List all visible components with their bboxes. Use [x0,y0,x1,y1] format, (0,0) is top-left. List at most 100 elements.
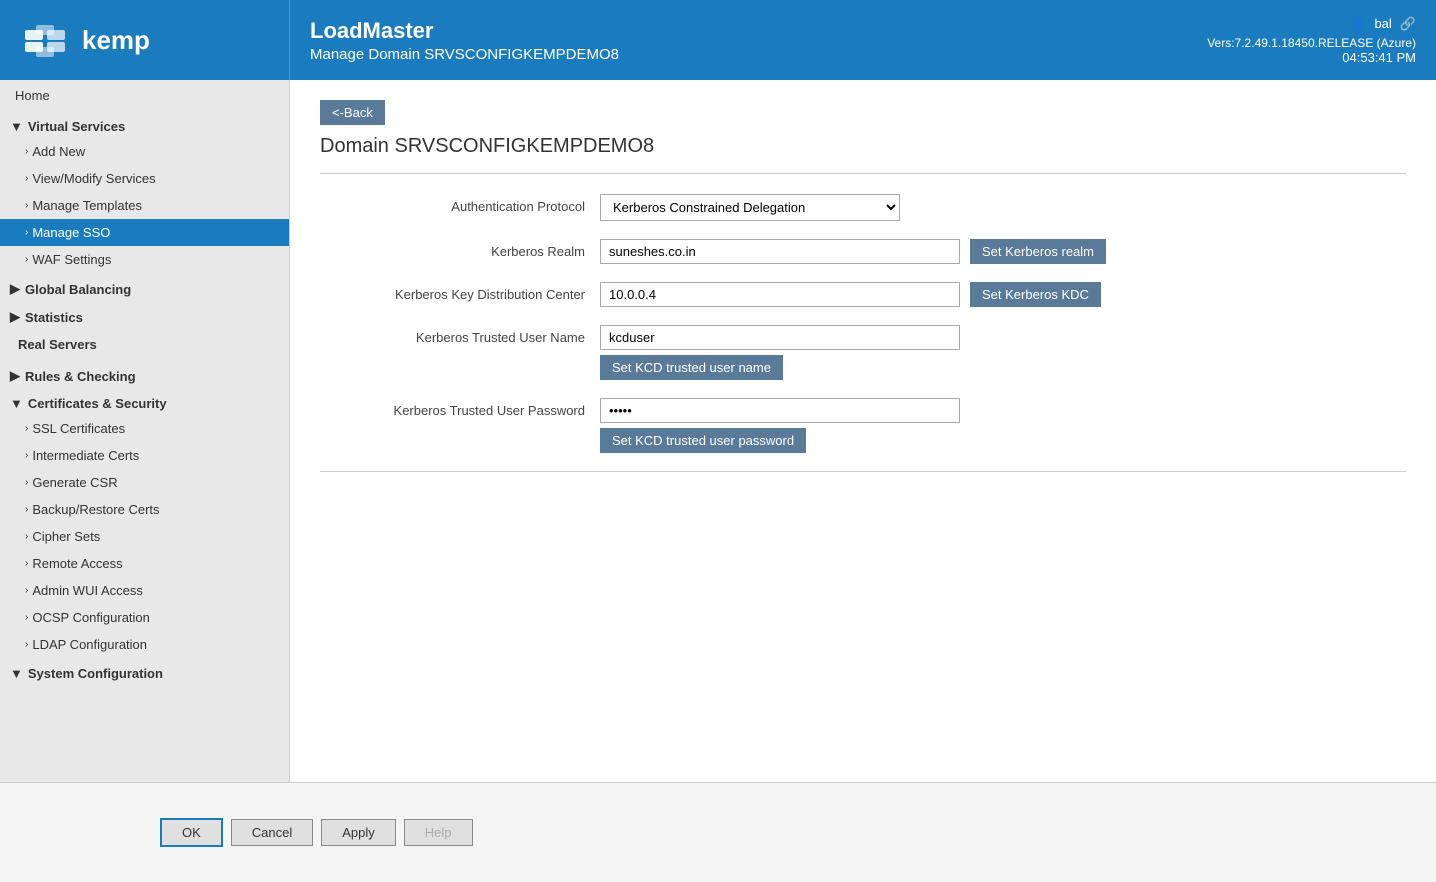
rules-label: Rules & Checking [25,369,136,384]
sidebar-section-global-balancing[interactable]: ▶ Global Balancing [0,273,289,301]
arrow-icon: › [25,227,28,238]
sysconfig-label: System Configuration [28,666,163,681]
ldap-config-label: LDAP Configuration [32,637,147,652]
kerberos-realm-label: Kerberos Realm [320,239,600,259]
arrow-icon: › [25,200,28,211]
header-main: LoadMaster Manage Domain SRVSCONFIGKEMPD… [290,0,1187,80]
kerberos-pass-control: Set KCD trusted user password [600,398,960,453]
kerberos-realm-control: Set Kerberos realm [600,239,1106,264]
sidebar-child-remote-access[interactable]: › Remote Access [0,550,289,577]
header-version: Vers:7.2.49.1.18450.RELEASE (Azure) [1207,36,1416,50]
generate-csr-label: Generate CSR [32,475,117,490]
sidebar-child-ssl-certs[interactable]: › SSL Certificates [0,415,289,442]
rules-arrow: ▶ [10,368,20,384]
arrow-icon: › [25,173,28,184]
ok-button[interactable]: OK [160,818,223,847]
username: bal [1374,16,1391,31]
sidebar-child-ldap-config[interactable]: › LDAP Configuration [0,631,289,658]
backup-restore-label: Backup/Restore Certs [32,502,159,517]
cancel-button[interactable]: Cancel [231,819,313,846]
sidebar-child-ocsp-config[interactable]: › OCSP Configuration [0,604,289,631]
remote-access-label: Remote Access [32,556,122,571]
arrow-icon: › [25,423,28,434]
kerberos-kdc-inline: Set Kerberos KDC [600,282,1101,307]
view-modify-label: View/Modify Services [32,171,155,186]
header-user: 👤 bal 🔗 [1350,16,1416,32]
sidebar-item-real-servers[interactable]: Real Servers [0,329,289,360]
arrow-icon: › [25,612,28,623]
kerberos-user-input[interactable] [600,325,960,350]
auth-protocol-select[interactable]: Kerberos Constrained Delegation NTLM Bas… [600,194,900,221]
set-kcd-pass-button[interactable]: Set KCD trusted user password [600,428,806,453]
vs-label: Virtual Services [28,119,125,134]
gb-arrow: ▶ [10,281,20,297]
waf-settings-label: WAF Settings [32,252,111,267]
kerberos-kdc-input[interactable] [600,282,960,307]
back-button[interactable]: <-Back [320,100,385,125]
sidebar-child-waf-settings[interactable]: › WAF Settings [0,246,289,273]
sidebar-section-rules-checking[interactable]: ▶ Rules & Checking [0,360,289,388]
ocsp-config-label: OCSP Configuration [32,610,150,625]
kerberos-pass-row: Kerberos Trusted User Password Set KCD t… [320,398,1406,453]
sidebar-child-view-modify[interactable]: › View/Modify Services [0,165,289,192]
app-title: LoadMaster [310,18,1167,44]
bottom-bar: OK Cancel Apply Help [0,782,1436,882]
kerberos-realm-input[interactable] [600,239,960,264]
kerberos-kdc-row: Kerberos Key Distribution Center Set Ker… [320,282,1406,307]
arrow-icon: › [25,639,28,650]
kerberos-user-control: Set KCD trusted user name [600,325,960,380]
arrow-icon: › [25,504,28,515]
admin-wui-label: Admin WUI Access [32,583,143,598]
arrow-icon: › [25,558,28,569]
sysconfig-arrow: ▼ [10,666,23,681]
logo-text: kemp [82,25,150,56]
app-header: kemp LoadMaster Manage Domain SRVSCONFIG… [0,0,1436,80]
kerberos-kdc-control: Set Kerberos KDC [600,282,1101,307]
arrow-icon: › [25,477,28,488]
content-divider-top [320,173,1406,174]
kerberos-realm-inline: Set Kerberos realm [600,239,1106,264]
manage-templates-label: Manage Templates [32,198,142,213]
content-divider-bottom [320,471,1406,472]
arrow-icon: › [25,254,28,265]
sidebar-child-manage-templates[interactable]: › Manage Templates [0,192,289,219]
set-kerberos-kdc-button[interactable]: Set Kerberos KDC [970,282,1101,307]
kerberos-pass-input[interactable] [600,398,960,423]
sidebar-section-system-config[interactable]: ▼ System Configuration [0,658,289,685]
network-icon: 🔗 [1400,16,1416,32]
set-kcd-user-button[interactable]: Set KCD trusted user name [600,355,783,380]
kerberos-kdc-label: Kerberos Key Distribution Center [320,282,600,302]
sidebar-child-intermediate-certs[interactable]: › Intermediate Certs [0,442,289,469]
stats-label: Statistics [25,310,83,325]
certs-label: Certificates & Security [28,396,167,411]
header-subtitle: Manage Domain SRVSCONFIGKEMPDEMO8 [310,46,1167,63]
sidebar-section-statistics[interactable]: ▶ Statistics [0,301,289,329]
sidebar-section-virtual-services[interactable]: ▼ Virtual Services [0,111,289,138]
kerberos-user-label: Kerberos Trusted User Name [320,325,600,345]
kerberos-user-row: Kerberos Trusted User Name Set KCD trust… [320,325,1406,380]
sidebar-item-home[interactable]: Home [0,80,289,111]
manage-sso-label: Manage SSO [32,225,110,240]
user-icon: 👤 [1350,16,1366,32]
sidebar: Home ▼ Virtual Services › Add New › View… [0,80,290,782]
sidebar-child-cipher-sets[interactable]: › Cipher Sets [0,523,289,550]
cipher-sets-label: Cipher Sets [32,529,100,544]
ssl-certs-label: SSL Certificates [32,421,125,436]
sidebar-section-certs-security[interactable]: ▼ Certificates & Security [0,388,289,415]
vs-arrow: ▼ [10,119,23,134]
sidebar-child-add-new[interactable]: › Add New [0,138,289,165]
header-right: 👤 bal 🔗 Vers:7.2.49.1.18450.RELEASE (Azu… [1187,0,1436,80]
main-layout: Home ▼ Virtual Services › Add New › View… [0,80,1436,782]
gb-label: Global Balancing [25,282,131,297]
apply-button[interactable]: Apply [321,819,396,846]
sidebar-child-admin-wui[interactable]: › Admin WUI Access [0,577,289,604]
sidebar-child-backup-restore[interactable]: › Backup/Restore Certs [0,496,289,523]
page-title: Domain SRVSCONFIGKEMPDEMO8 [320,135,1406,158]
arrow-icon: › [25,146,28,157]
sidebar-child-generate-csr[interactable]: › Generate CSR [0,469,289,496]
sidebar-child-manage-sso[interactable]: › Manage SSO [0,219,289,246]
help-button[interactable]: Help [404,819,473,846]
set-kerberos-realm-button[interactable]: Set Kerberos realm [970,239,1106,264]
arrow-icon: › [25,531,28,542]
auth-protocol-label: Authentication Protocol [320,194,600,214]
